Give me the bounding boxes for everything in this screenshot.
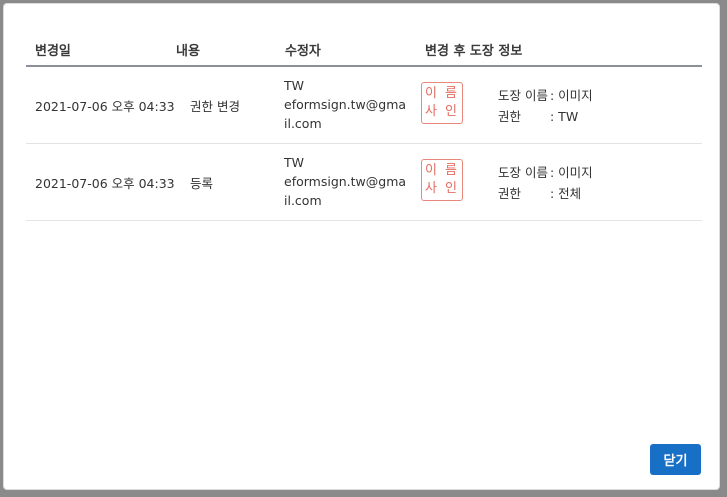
- history-dialog: 변경일 내용 수정자 변경 후 도장 정보 2021-07-06 오후 04:3…: [3, 3, 720, 490]
- header-stamp-info: 변경 후 도장 정보: [425, 44, 523, 59]
- permission-value: : 전체: [550, 186, 582, 201]
- stamp-info: 도장 이름: 이미지 권한 : TW: [498, 85, 593, 127]
- table-header: 변경일 내용 수정자 변경 후 도장 정보: [26, 32, 702, 67]
- row-content: 권한 변경: [190, 99, 240, 114]
- close-button[interactable]: 닫기: [650, 444, 701, 475]
- permission-label: 권한: [498, 109, 522, 124]
- row-date: 2021-07-06 오후 04:33: [35, 99, 175, 114]
- history-table: 변경일 내용 수정자 변경 후 도장 정보 2021-07-06 오후 04:3…: [26, 32, 702, 221]
- header-editor: 수정자: [285, 44, 321, 59]
- stamp-line-1: 이 름: [424, 163, 460, 178]
- table-row: 2021-07-06 오후 04:33 권한 변경 TW eformsign.t…: [26, 67, 702, 144]
- permission-value: : TW: [550, 109, 579, 124]
- stamp-name-value: : 이미지: [550, 165, 593, 180]
- row-date: 2021-07-06 오후 04:33: [35, 176, 175, 191]
- editor-name: TW: [284, 155, 304, 170]
- header-content: 내용: [176, 44, 200, 59]
- stamp-name-value: : 이미지: [550, 88, 593, 103]
- table-row: 2021-07-06 오후 04:33 등록 TW eformsign.tw@g…: [26, 144, 702, 221]
- stamp-image: 이 름 사 인: [421, 82, 463, 124]
- stamp-line-2: 사 인: [424, 104, 460, 119]
- stamp-line-2: 사 인: [424, 181, 460, 196]
- row-content: 등록: [190, 176, 214, 191]
- stamp-image: 이 름 사 인: [421, 159, 463, 201]
- row-editor: TW eformsign.tw@gmail.com: [284, 76, 408, 133]
- row-editor: TW eformsign.tw@gmail.com: [284, 153, 408, 210]
- stamp-name-label: 도장 이름: [498, 88, 548, 103]
- header-date: 변경일: [35, 44, 71, 59]
- editor-email: eformsign.tw@gmail.com: [284, 97, 407, 131]
- editor-email: eformsign.tw@gmail.com: [284, 174, 407, 208]
- stamp-line-1: 이 름: [424, 86, 460, 101]
- editor-name: TW: [284, 78, 304, 93]
- permission-label: 권한: [498, 186, 522, 201]
- stamp-info: 도장 이름: 이미지 권한 : 전체: [498, 162, 593, 204]
- stamp-name-label: 도장 이름: [498, 165, 548, 180]
